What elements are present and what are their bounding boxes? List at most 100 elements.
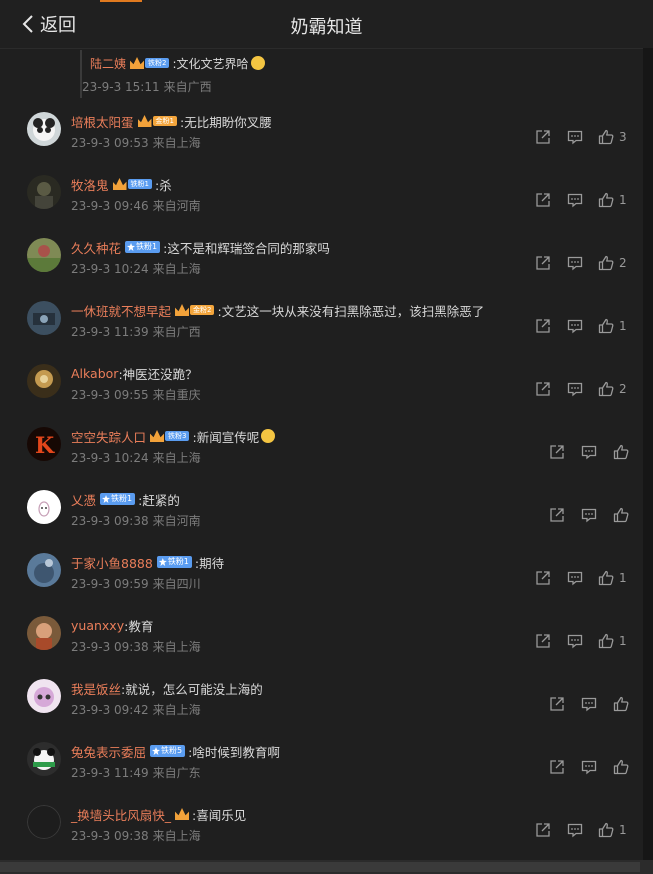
- comment-username[interactable]: 乂憑: [71, 490, 96, 509]
- like-icon[interactable]: [598, 255, 614, 271]
- reply-icon[interactable]: [581, 696, 597, 712]
- avatar[interactable]: [27, 553, 61, 587]
- avatar[interactable]: [27, 364, 61, 398]
- like-count: 1: [619, 571, 627, 585]
- star-icon: [158, 558, 167, 566]
- comment-location: 来自四川: [152, 577, 201, 591]
- fan-badge: 铁粉1: [125, 241, 161, 253]
- avatar[interactable]: K: [27, 427, 61, 461]
- comment-username[interactable]: 我是饭丝: [71, 679, 121, 698]
- reply-text: :文化文艺界哈: [172, 56, 249, 71]
- like-icon[interactable]: [613, 444, 629, 460]
- reply-icon[interactable]: [567, 255, 583, 271]
- reply-icon[interactable]: [567, 381, 583, 397]
- comment-location: 来自上海: [152, 136, 201, 150]
- comment-username[interactable]: 一休班就不想早起: [71, 301, 171, 320]
- comment-time: 23-9-3 09:55: [71, 388, 149, 402]
- share-icon[interactable]: [535, 129, 551, 145]
- laugh-emoji-icon: [250, 56, 265, 70]
- comment-username[interactable]: 空空失踪人口: [71, 427, 146, 446]
- like-icon[interactable]: [598, 381, 614, 397]
- reply-icon[interactable]: [567, 129, 583, 145]
- comment-username[interactable]: 培根太阳蛋: [71, 112, 134, 131]
- avatar[interactable]: [27, 679, 61, 713]
- comment-username[interactable]: 久久种花: [71, 238, 121, 257]
- share-icon[interactable]: [549, 696, 565, 712]
- comment-username[interactable]: _换墙头比风扇快_: [71, 805, 171, 824]
- avatar[interactable]: [27, 805, 61, 839]
- reply-icon[interactable]: [581, 759, 597, 775]
- comment-location: 来自河南: [152, 514, 201, 528]
- like-icon[interactable]: [598, 129, 614, 145]
- comment-username[interactable]: Alkabor: [71, 366, 118, 381]
- avatar[interactable]: [27, 301, 61, 335]
- comment-location: 来自广西: [152, 325, 201, 339]
- reply-icon[interactable]: [567, 633, 583, 649]
- share-icon[interactable]: [535, 192, 551, 208]
- fan-badge: 铁粉1: [100, 493, 136, 505]
- comment-time: 23-9-3 09:38: [71, 514, 149, 528]
- comment-location: 来自上海: [152, 703, 201, 717]
- comment-username[interactable]: yuanxxy: [71, 618, 124, 633]
- comment-username[interactable]: 于家小鱼8888: [71, 553, 153, 572]
- share-icon[interactable]: [535, 633, 551, 649]
- share-icon[interactable]: [535, 318, 551, 334]
- reply-time: 23-9-3 15:11: [82, 80, 160, 94]
- comment-item: K 空空失踪人口 铁粉3:新闻宣传呢 23-9-3 10:24 来自上海: [0, 427, 643, 490]
- reply-username[interactable]: 陆二姨: [90, 55, 126, 72]
- like-icon[interactable]: [613, 507, 629, 523]
- reply-icon[interactable]: [567, 570, 583, 586]
- top-bar: 返回 奶霸知道: [0, 0, 653, 49]
- comment-meta: 23-9-3 10:24 来自上海: [71, 449, 201, 466]
- share-icon[interactable]: [535, 381, 551, 397]
- comment-time: 23-9-3 09:59: [71, 577, 149, 591]
- reply-icon[interactable]: [581, 507, 597, 523]
- reply-icon[interactable]: [567, 318, 583, 334]
- comment-time: 23-9-3 11:49: [71, 766, 149, 780]
- avatar[interactable]: [27, 490, 61, 524]
- share-icon[interactable]: [549, 759, 565, 775]
- like-count: 2: [619, 382, 627, 396]
- like-count: 1: [619, 193, 627, 207]
- share-icon[interactable]: [535, 255, 551, 271]
- like-icon[interactable]: [598, 318, 614, 334]
- like-icon[interactable]: [598, 822, 614, 838]
- comment-meta: 23-9-3 09:53 来自上海: [71, 134, 201, 151]
- avatar[interactable]: [27, 112, 61, 146]
- comment-meta: 23-9-3 09:46 来自河南: [71, 197, 201, 214]
- avatar[interactable]: [27, 238, 61, 272]
- crown-icon: [112, 178, 127, 190]
- like-icon[interactable]: [598, 633, 614, 649]
- comment-location: 来自上海: [152, 451, 201, 465]
- horizontal-scrollbar-thumb[interactable]: [0, 862, 640, 872]
- avatar[interactable]: [27, 742, 61, 776]
- star-icon: [102, 495, 111, 503]
- like-icon[interactable]: [598, 192, 614, 208]
- comment-time: 23-9-3 09:46: [71, 199, 149, 213]
- comment-text: :喜闻乐见: [192, 807, 247, 823]
- comment-time: 23-9-3 10:24: [71, 262, 149, 276]
- reply-icon[interactable]: [581, 444, 597, 460]
- avatar[interactable]: [27, 616, 61, 650]
- reply-icon[interactable]: [567, 192, 583, 208]
- avatar[interactable]: [27, 175, 61, 209]
- comment-meta: 23-9-3 11:39 来自广西: [71, 323, 201, 340]
- page-title: 奶霸知道: [290, 17, 363, 38]
- comment-item: yuanxxy:教育 23-9-3 09:38 来自上海 1: [0, 616, 643, 679]
- comment-time: 23-9-3 09:38: [71, 640, 149, 654]
- like-icon[interactable]: [613, 696, 629, 712]
- share-icon[interactable]: [549, 444, 565, 460]
- reply-icon[interactable]: [567, 822, 583, 838]
- like-count: 1: [619, 319, 627, 333]
- comment-item: 我是饭丝:就说，怎么可能没上海的 23-9-3 09:42 来自上海: [0, 679, 643, 742]
- like-icon[interactable]: [613, 759, 629, 775]
- comment-time: 23-9-3 10:24: [71, 451, 149, 465]
- comment-username[interactable]: 兔兔表示委屈: [71, 742, 146, 761]
- share-icon[interactable]: [535, 570, 551, 586]
- like-icon[interactable]: [598, 570, 614, 586]
- comment-text: :赶紧的: [138, 492, 180, 508]
- share-icon[interactable]: [535, 822, 551, 838]
- share-icon[interactable]: [549, 507, 565, 523]
- reply-meta: 23-9-3 15:11 来自广西: [82, 78, 212, 95]
- comment-username[interactable]: 牧洛鬼: [71, 175, 109, 194]
